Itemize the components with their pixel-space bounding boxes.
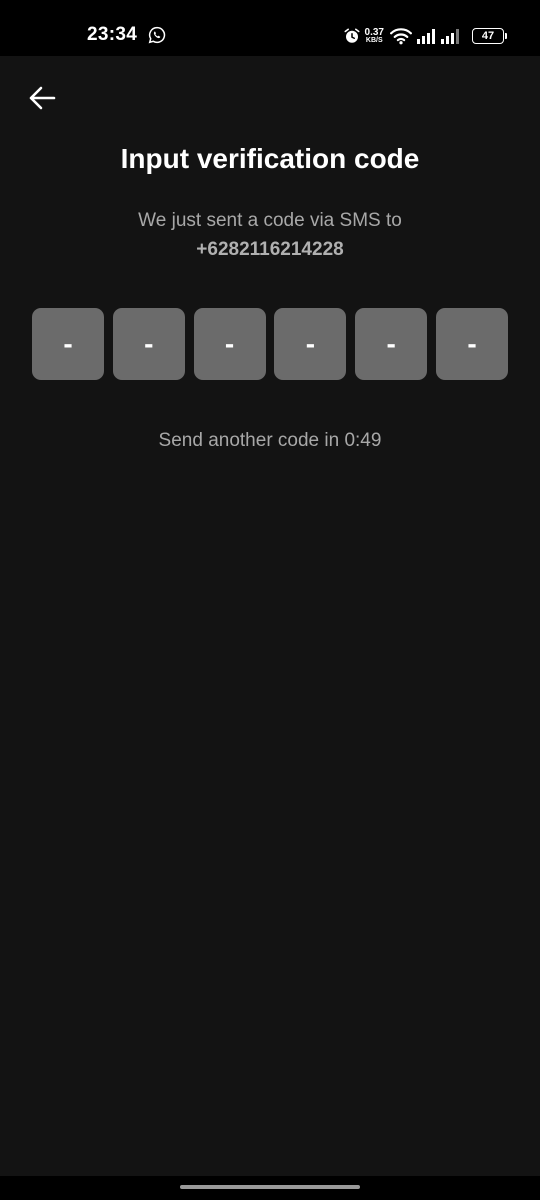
code-digit-2[interactable]: - xyxy=(112,308,185,380)
resend-countdown: Send another code in 0:49 xyxy=(158,430,382,451)
net-speed-value: 0.37 xyxy=(364,26,384,38)
wifi-icon xyxy=(390,28,412,45)
status-icons: 0.37 KB/S 47 xyxy=(343,24,507,48)
code-digit-4[interactable]: - xyxy=(274,308,347,380)
sms-info-line: We just sent a code via SMS to xyxy=(138,210,402,231)
verification-code-input: - - - - - - xyxy=(32,308,508,380)
network-speed: 0.37 KB/S xyxy=(364,26,384,45)
code-digit-1[interactable]: - xyxy=(32,308,104,380)
battery-icon: 47 xyxy=(472,28,507,44)
code-digit-5[interactable]: - xyxy=(355,308,428,380)
sms-info-text: We just sent a code via SMS to +62821162… xyxy=(0,206,540,264)
arrow-left-icon xyxy=(29,86,56,110)
status-bar: 23:34 0.37 KB/S 47 xyxy=(0,0,540,56)
navigation-bar xyxy=(0,1176,540,1200)
status-time: 23:34 xyxy=(87,24,138,45)
home-indicator[interactable] xyxy=(180,1185,360,1189)
signal-icon xyxy=(441,29,459,44)
code-digit-6[interactable]: - xyxy=(435,308,508,380)
verification-screen: 23:34 0.37 KB/S 47 Input verification co… xyxy=(0,0,540,1200)
net-speed-unit: KB/S xyxy=(365,36,383,44)
alarm-icon xyxy=(344,28,360,43)
whatsapp-icon xyxy=(148,26,166,44)
battery-level: 47 xyxy=(481,30,495,42)
code-digit-3[interactable]: - xyxy=(193,308,266,380)
signal-icon xyxy=(417,29,435,44)
page-title: Input verification code xyxy=(120,143,420,174)
phone-number: +6282116214228 xyxy=(196,239,344,260)
back-button[interactable] xyxy=(22,78,62,118)
